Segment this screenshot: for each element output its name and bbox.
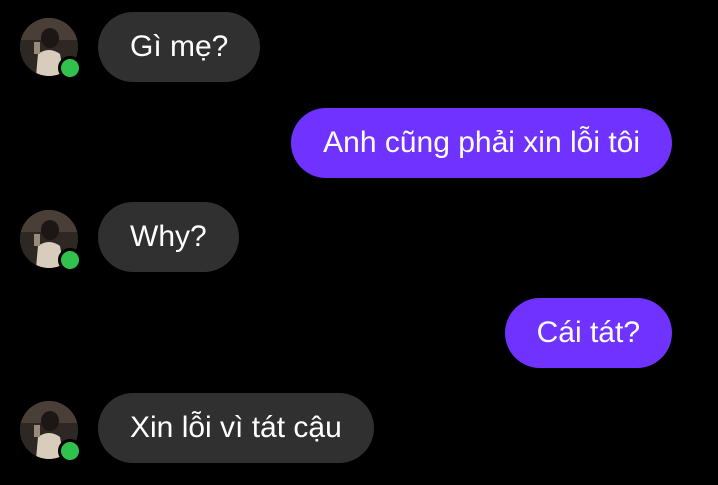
online-status-dot [58,248,82,272]
online-status-dot [58,439,82,463]
message-thread: Gì mẹ? Anh cũng phải xin lỗi tôi Why? Cá… [0,0,718,485]
online-status-dot [58,56,82,80]
message-row-incoming: Gì mẹ? [0,12,718,84]
message-row-incoming: Why? [0,202,718,274]
message-row-outgoing: Cái tát? [0,298,718,370]
incoming-message-bubble[interactable]: Why? [98,202,239,272]
outgoing-message-bubble[interactable]: Anh cũng phải xin lỗi tôi [291,108,672,178]
message-row-incoming: Xin lỗi vì tát cậu [0,393,718,465]
outgoing-message-bubble[interactable]: Cái tát? [504,298,672,368]
message-row-outgoing: Anh cũng phải xin lỗi tôi [0,108,718,180]
incoming-message-bubble[interactable]: Xin lỗi vì tát cậu [98,393,374,463]
incoming-message-bubble[interactable]: Gì mẹ? [98,12,261,82]
